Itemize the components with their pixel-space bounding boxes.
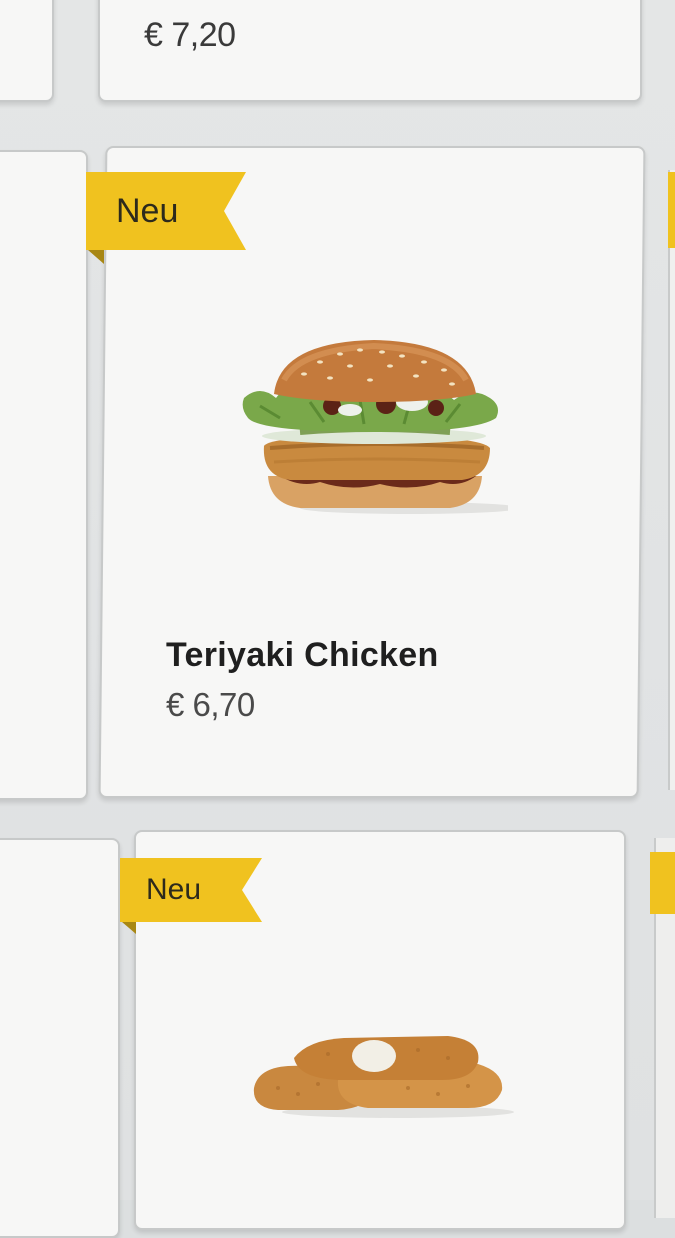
new-badge-label: Neu bbox=[146, 873, 202, 906]
badge-fold bbox=[88, 250, 104, 264]
menu-card-partial[interactable] bbox=[0, 0, 54, 102]
new-badge-label: Neu bbox=[116, 191, 179, 230]
new-badge-partial bbox=[668, 172, 675, 248]
kiosk-screen: € 7,20 Neu Teriyaki Chicken € 6,70 Neu bbox=[0, 0, 675, 1238]
chicken-strips-icon bbox=[253, 1036, 514, 1118]
new-badge-partial bbox=[650, 852, 675, 914]
menu-card-partial[interactable] bbox=[0, 838, 120, 1238]
new-badge: Neu bbox=[120, 858, 262, 922]
menu-card[interactable]: € 7,20 bbox=[98, 0, 642, 102]
badge-fold bbox=[122, 922, 136, 934]
menu-card-partial[interactable] bbox=[668, 170, 675, 790]
product-price: € 7,20 bbox=[144, 16, 236, 54]
product-price: € 6,70 bbox=[166, 686, 255, 723]
burger-icon bbox=[242, 340, 508, 514]
new-badge: Neu bbox=[86, 172, 246, 250]
menu-card-partial[interactable] bbox=[0, 150, 88, 800]
product-name: Teriyaki Chicken bbox=[166, 636, 439, 674]
